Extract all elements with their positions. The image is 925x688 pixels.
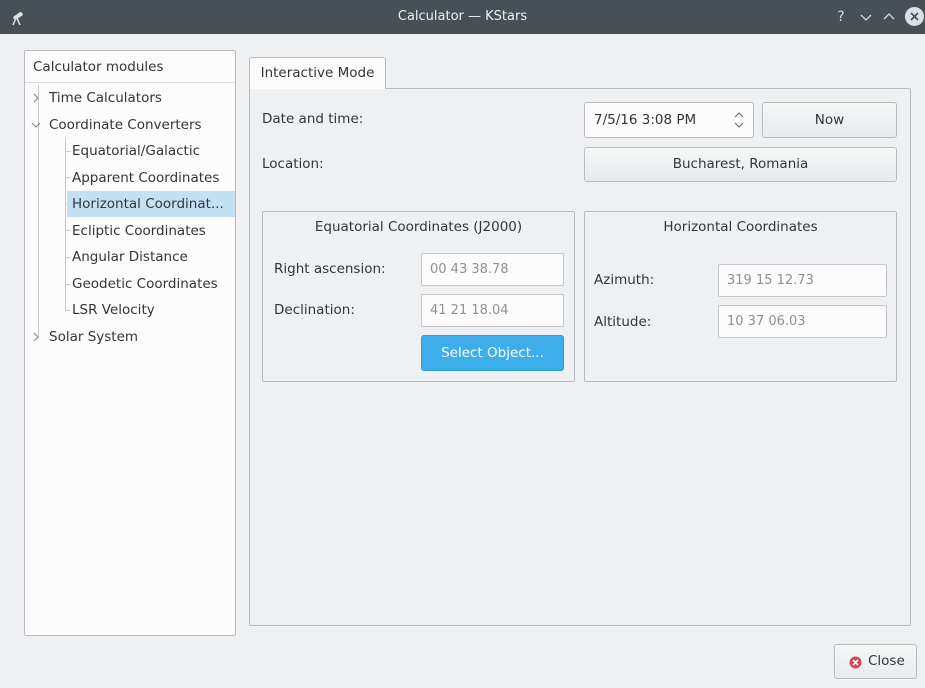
window-title: Calculator — KStars — [397, 9, 528, 24]
tab-interactive-mode[interactable]: Interactive Mode — [249, 57, 386, 89]
sidebar-item-label: Time Calculators — [49, 90, 162, 106]
sidebar-item-label: LSR Velocity — [72, 302, 155, 318]
sidebar-item-label: Equatorial/Galactic — [72, 143, 200, 159]
equatorial-coordinates-group: Equatorial Coordinates (J2000) Right asc… — [262, 211, 575, 382]
spin-arrows-icon[interactable] — [733, 110, 745, 134]
title-bar: Calculator — KStars ? — [0, 0, 925, 34]
help-icon[interactable]: ? — [832, 8, 850, 26]
sidebar-item-label: Apparent Coordinates — [72, 170, 220, 186]
calculator-modules-tree: Calculator modules Time Calculators Coor… — [24, 50, 236, 636]
horizontal-group-title: Horizontal Coordinates — [663, 219, 818, 235]
close-icon — [849, 656, 862, 673]
sidebar-item-label: Coordinate Converters — [49, 117, 202, 133]
horizontal-coordinates-group: Horizontal Coordinates Azimuth: 319 15 1… — [584, 211, 897, 382]
tree-header: Calculator modules — [25, 51, 235, 83]
location-label: Location: — [262, 156, 324, 172]
date-time-value: 7/5/16 3:08 PM — [594, 112, 697, 128]
sidebar-item-label: Solar System — [49, 329, 139, 345]
right-ascension-label: Right ascension: — [274, 261, 386, 277]
sidebar-item-equatorial-galactic[interactable]: Equatorial/Galactic — [71, 138, 235, 164]
sidebar-item-label: Geodetic Coordinates — [72, 276, 218, 292]
minimize-icon[interactable] — [857, 8, 875, 26]
sidebar-item-label: Horizontal Coordinat... — [72, 196, 224, 212]
sidebar-item-horizontal-coordinates[interactable]: Horizontal Coordinat... — [67, 191, 235, 217]
chevron-right-icon[interactable] — [32, 324, 40, 360]
sidebar-item-label: Ecliptic Coordinates — [72, 223, 206, 239]
chevron-down-icon[interactable] — [31, 112, 41, 148]
equatorial-group-title: Equatorial Coordinates (J2000) — [314, 219, 523, 235]
declination-label: Declination: — [274, 302, 355, 318]
sidebar-item-coordinate-converters[interactable]: Coordinate Converters — [25, 112, 235, 138]
maximize-icon[interactable] — [880, 8, 898, 26]
select-object-button[interactable]: Select Object... — [421, 335, 564, 371]
sidebar-item-label: Angular Distance — [72, 249, 188, 265]
close-window-icon[interactable] — [905, 7, 924, 26]
date-time-label: Date and time: — [262, 111, 364, 127]
sidebar-item-angular-distance[interactable]: Angular Distance — [71, 244, 235, 270]
azimuth-label: Azimuth: — [594, 272, 655, 288]
right-ascension-field[interactable]: 00 43 38.78 — [421, 253, 564, 286]
altitude-label: Altitude: — [594, 314, 652, 330]
sidebar-item-solar-system[interactable]: Solar System — [25, 324, 235, 350]
close-button[interactable]: Close — [834, 644, 917, 679]
declination-field[interactable]: 41 21 18.04 — [421, 294, 564, 327]
altitude-field[interactable]: 10 37 06.03 — [718, 305, 887, 338]
now-button[interactable]: Now — [762, 102, 897, 138]
date-time-spinbox[interactable]: 7/5/16 3:08 PM — [584, 102, 754, 138]
sidebar-item-geodetic-coordinates[interactable]: Geodetic Coordinates — [71, 271, 235, 297]
sidebar-item-lsr-velocity[interactable]: LSR Velocity — [71, 297, 235, 323]
close-button-label: Close — [868, 653, 905, 669]
location-button[interactable]: Bucharest, Romania — [584, 147, 897, 182]
sidebar-item-ecliptic-coordinates[interactable]: Ecliptic Coordinates — [71, 218, 235, 244]
sidebar-item-time-calculators[interactable]: Time Calculators — [25, 85, 235, 111]
sidebar-item-apparent-coordinates[interactable]: Apparent Coordinates — [71, 165, 235, 191]
azimuth-field[interactable]: 319 15 12.73 — [718, 264, 887, 297]
